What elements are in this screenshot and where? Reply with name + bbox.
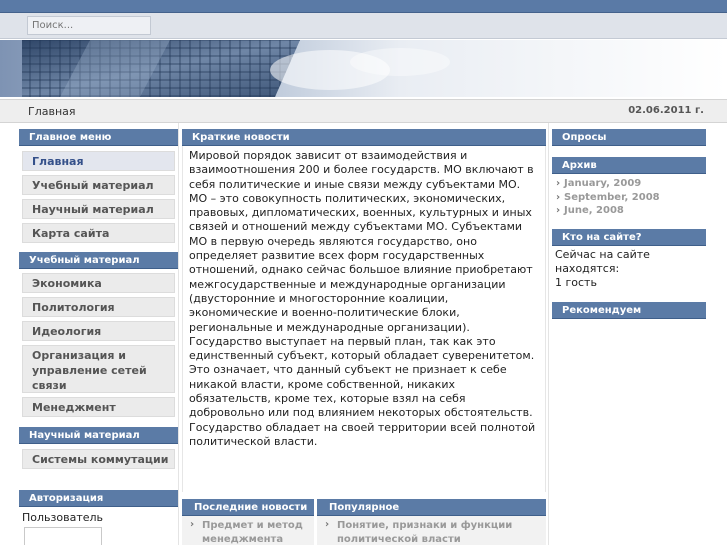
news-text: Мировой порядок зависит от взаимодействи…: [189, 149, 536, 448]
menu-item-sitemap[interactable]: Карта сайта: [22, 223, 175, 243]
study-menu: Учебный материал Экономика Политология И…: [19, 252, 178, 421]
menu-item-ideology[interactable]: Идеология: [22, 321, 175, 341]
menu-item-study[interactable]: Учебный материал: [22, 175, 175, 195]
latest-news-block: Последние новости Предмет и метод менедж…: [182, 499, 314, 545]
auth-block: Авторизация Пользователь: [19, 490, 178, 525]
breadcrumb[interactable]: Главная: [28, 105, 76, 118]
latest-news-title: Последние новости: [182, 499, 314, 516]
main-menu: Главное меню Главная Учебный материал На…: [19, 129, 178, 247]
recommend-title: Рекомендуем: [552, 302, 706, 319]
archive-block: Архив January, 2009 September, 2008 June…: [552, 157, 706, 218]
popular-title: Популярное: [317, 499, 546, 516]
menu-item-home[interactable]: Главная: [22, 151, 175, 171]
latest-news-link[interactable]: Предмет и метод менеджмента: [182, 516, 314, 545]
center-column: Краткие новости Мировой порядок зависит …: [180, 123, 548, 545]
polls-block: Опросы: [552, 129, 706, 146]
news-block: Краткие новости Мировой порядок зависит …: [182, 129, 546, 492]
username-input[interactable]: [24, 527, 102, 545]
menu-item-network-management[interactable]: Организация и управление сетей связи: [22, 345, 175, 393]
menu-item-management[interactable]: Менеджмент: [22, 397, 175, 417]
menu-item-science[interactable]: Научный материал: [22, 199, 175, 219]
search-bar: [0, 13, 727, 39]
building-banner-image: [0, 40, 727, 97]
header-banner: [0, 40, 727, 97]
popular-link[interactable]: Понятие, признаки и функции политической…: [317, 516, 546, 545]
science-menu-title: Научный материал: [19, 427, 178, 444]
online-guests: 1 гость: [555, 276, 597, 289]
archive-title: Архив: [552, 157, 706, 174]
popular-block: Популярное Понятие, признаки и функции п…: [317, 499, 546, 545]
recommend-block: Рекомендуем: [552, 302, 706, 319]
left-column: Главное меню Главная Учебный материал На…: [19, 123, 179, 545]
username-label: Пользователь: [22, 511, 104, 524]
current-date: 02.06.2011 г.: [628, 105, 704, 116]
menu-item-politology[interactable]: Политология: [22, 297, 175, 317]
online-block: Кто на сайте? Сейчас на сайте находятся:…: [552, 229, 706, 290]
news-title: Краткие новости: [182, 129, 546, 146]
science-menu: Научный материал Системы коммутации: [19, 427, 178, 473]
news-body: Мировой порядок зависит от взаимодействи…: [182, 146, 546, 492]
search-input[interactable]: [27, 16, 151, 35]
study-menu-title: Учебный материал: [19, 252, 178, 269]
archive-item-sep-2008[interactable]: September, 2008: [552, 191, 706, 205]
polls-title: Опросы: [552, 129, 706, 146]
archive-item-jun-2008[interactable]: June, 2008: [552, 204, 706, 218]
online-title: Кто на сайте?: [552, 229, 706, 246]
menu-item-economics[interactable]: Экономика: [22, 273, 175, 293]
main-menu-title: Главное меню: [19, 129, 178, 146]
top-bar: [0, 0, 727, 13]
archive-item-jan-2009[interactable]: January, 2009: [552, 177, 706, 191]
auth-title: Авторизация: [19, 490, 178, 507]
menu-item-switching-systems[interactable]: Системы коммутации: [22, 449, 175, 469]
breadcrumb-bar: Главная 02.06.2011 г.: [0, 99, 727, 123]
online-text: Сейчас на сайте находятся:: [555, 248, 650, 275]
right-column: Опросы Архив January, 2009 September, 20…: [548, 123, 708, 545]
